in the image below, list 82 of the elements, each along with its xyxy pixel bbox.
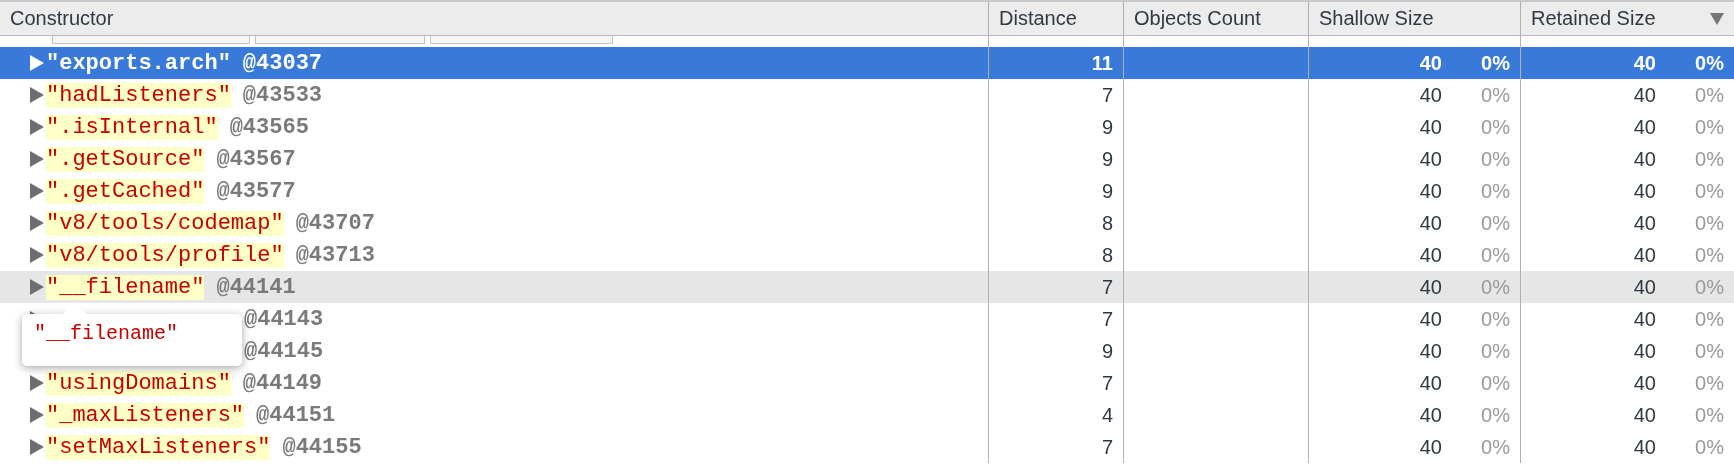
expand-triangle-icon[interactable] [30,55,44,71]
tooltip-text: "__filename" [34,322,179,345]
column-label: Distance [999,7,1077,30]
object-id: @44151 [256,402,336,428]
distance-cell: 7 [988,303,1123,335]
distance-cell: 4 [988,399,1123,431]
object-id: @43577 [216,178,296,204]
shallow-size-cell: 40 0% [1308,303,1520,335]
expand-triangle-icon[interactable] [30,407,44,423]
retained-size-cell: 40 0% [1520,303,1734,335]
retained-size-cell: 40 0% [1520,367,1734,399]
column-header[interactable]: Objects Count [1123,2,1308,35]
expand-triangle-icon[interactable] [30,215,44,231]
retained-size-cell: 40 0% [1520,431,1734,463]
shallow-size-cell: 40 0% [1308,207,1520,239]
distance-cell: 7 [988,431,1123,463]
property-name: "setMaxListeners" [46,434,271,460]
shallow-size-cell: 40 0% [1308,47,1520,79]
column-header[interactable]: Shallow Size [1308,2,1520,35]
retained-size-cell: 40 0% [1520,335,1734,367]
distance-cell: 9 [988,175,1123,207]
shallow-size-cell: 40 0% [1308,335,1520,367]
expand-triangle-icon[interactable] [30,279,44,295]
expand-triangle-icon[interactable] [30,247,44,263]
object-id: @44143 [244,306,324,332]
shallow-size-cell: 40 0% [1308,175,1520,207]
retained-size-cell: 40 0% [1520,47,1734,79]
shallow-size-cell: 40 0% [1308,399,1520,431]
expand-triangle-icon[interactable] [30,119,44,135]
object-id: @44145 [244,338,324,364]
distance-cell: 11 [988,47,1123,79]
shallow-size-cell: 40 0% [1308,431,1520,463]
object-id: @43037 [242,50,323,76]
distance-cell: 9 [988,143,1123,175]
object-id: @43567 [216,146,296,172]
column-label: Retained Size [1531,7,1656,30]
distance-cell: 7 [988,79,1123,111]
property-name: "v8/tools/profile" [46,242,284,268]
expand-triangle-icon[interactable] [30,375,44,391]
column-label: Constructor [10,7,114,30]
property-name: "_maxListeners" [46,402,245,428]
retained-size-cell: 40 0% [1520,207,1734,239]
column-label: Objects Count [1134,7,1261,30]
retained-size-cell: 40 0% [1520,175,1734,207]
retained-size-cell: 40 0% [1520,111,1734,143]
shallow-size-cell: 40 0% [1308,111,1520,143]
object-id: @44155 [282,434,362,460]
shallow-size-cell: 40 0% [1308,271,1520,303]
expand-triangle-icon[interactable] [30,87,44,103]
retained-size-cell: 40 0% [1520,79,1734,111]
column-header[interactable]: Constructor [0,2,988,35]
object-id: @43707 [295,210,375,236]
object-id: @43533 [242,82,323,108]
expand-triangle-icon[interactable] [30,439,44,455]
shallow-size-cell: 40 0% [1308,143,1520,175]
property-name: ".isInternal" [46,114,218,140]
expand-triangle-icon[interactable] [30,151,44,167]
property-name: "__filename" [46,274,205,300]
property-name: "v8/tools/codemap" [46,210,284,236]
property-name: "exports.arch" [46,50,231,76]
property-name: ".getSource" [46,146,205,172]
distance-cell: 9 [988,335,1123,367]
shallow-size-cell: 40 0% [1308,79,1520,111]
retained-size-cell: 40 0% [1520,271,1734,303]
object-id: @44141 [216,274,296,300]
object-id: @44149 [242,370,323,396]
object-id: @43565 [229,114,309,140]
object-id: @43713 [295,242,375,268]
distance-cell: 7 [988,271,1123,303]
property-name: "hadListeners" [46,82,231,108]
distance-cell: 9 [988,111,1123,143]
property-name: "usingDomains" [46,370,231,396]
distance-cell: 7 [988,367,1123,399]
retained-size-cell: 40 0% [1520,399,1734,431]
column-header[interactable]: Retained Size [1520,2,1734,35]
retained-size-cell: 40 0% [1520,143,1734,175]
property-name: ".getCached" [46,178,205,204]
expand-triangle-icon[interactable] [30,183,44,199]
distance-cell: 8 [988,207,1123,239]
column-label: Shallow Size [1319,7,1434,30]
shallow-size-cell: 40 0% [1308,367,1520,399]
column-header[interactable]: Distance [988,2,1123,35]
